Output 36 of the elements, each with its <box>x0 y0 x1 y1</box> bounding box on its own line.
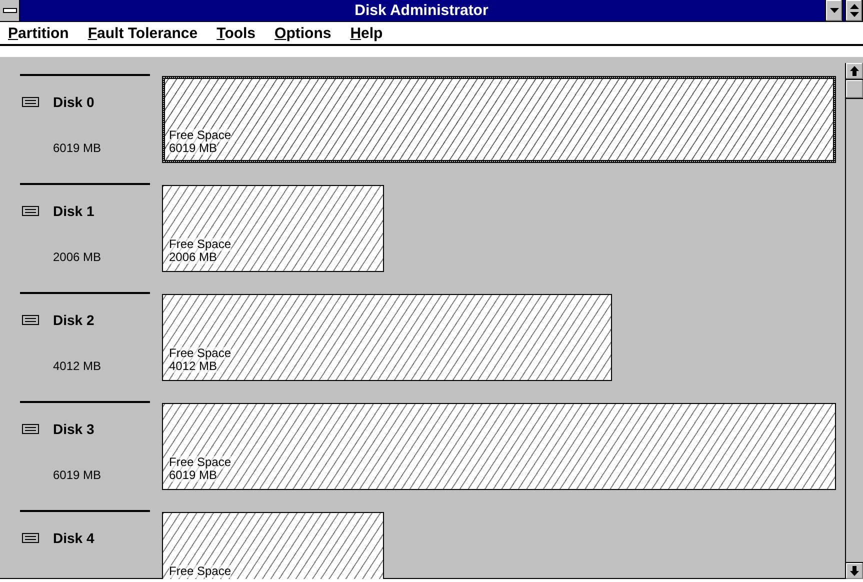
up-arrow-icon <box>850 66 859 76</box>
menu-item[interactable]: Options <box>274 24 332 42</box>
vertical-scrollbar[interactable] <box>845 63 863 579</box>
system-menu-button[interactable] <box>0 0 20 21</box>
disk-drive-icon <box>22 533 39 543</box>
disk-drive-icon <box>22 206 39 216</box>
disk-size: 4012 MB <box>53 359 102 373</box>
disk-size: 6019 MB <box>53 468 102 482</box>
scroll-thumb[interactable] <box>846 80 863 99</box>
scroll-up-button[interactable] <box>846 63 863 80</box>
disk-name: Disk 0 <box>53 94 94 110</box>
menu-item[interactable]: Partition <box>8 24 69 42</box>
menu-item[interactable]: Help <box>350 24 383 42</box>
disk-size: 6019 MB <box>53 141 102 155</box>
disk-name: Disk 1 <box>53 203 94 219</box>
disk-name: Disk 2 <box>53 312 94 328</box>
window-title: Disk Administrator <box>354 1 490 21</box>
disk-drive-icon <box>22 97 39 107</box>
menu-item[interactable]: Tools <box>216 24 256 42</box>
disk-drive-icon <box>22 315 39 325</box>
scroll-down-button[interactable] <box>846 562 863 579</box>
free-space-region[interactable]: Free Space <box>162 512 384 579</box>
menu-item[interactable]: Fault Tolerance <box>88 24 198 42</box>
free-space-region[interactable]: Free Space 6019 MB <box>162 403 836 490</box>
disk-name: Disk 3 <box>53 421 94 437</box>
down-arrow-icon <box>850 566 859 576</box>
free-space-region[interactable]: Free Space 6019 MB <box>162 76 836 163</box>
free-space-region[interactable]: Free Space 4012 MB <box>162 294 612 381</box>
minimize-button[interactable] <box>825 0 843 21</box>
up-down-arrows-icon <box>850 4 858 17</box>
disk-drive-icon <box>22 424 39 434</box>
caret-down-icon <box>830 8 838 14</box>
disk-size: 2006 MB <box>53 250 102 264</box>
restore-button[interactable] <box>845 0 863 21</box>
free-space-region[interactable]: Free Space 2006 MB <box>162 185 384 272</box>
disk-name: Disk 4 <box>53 530 94 546</box>
